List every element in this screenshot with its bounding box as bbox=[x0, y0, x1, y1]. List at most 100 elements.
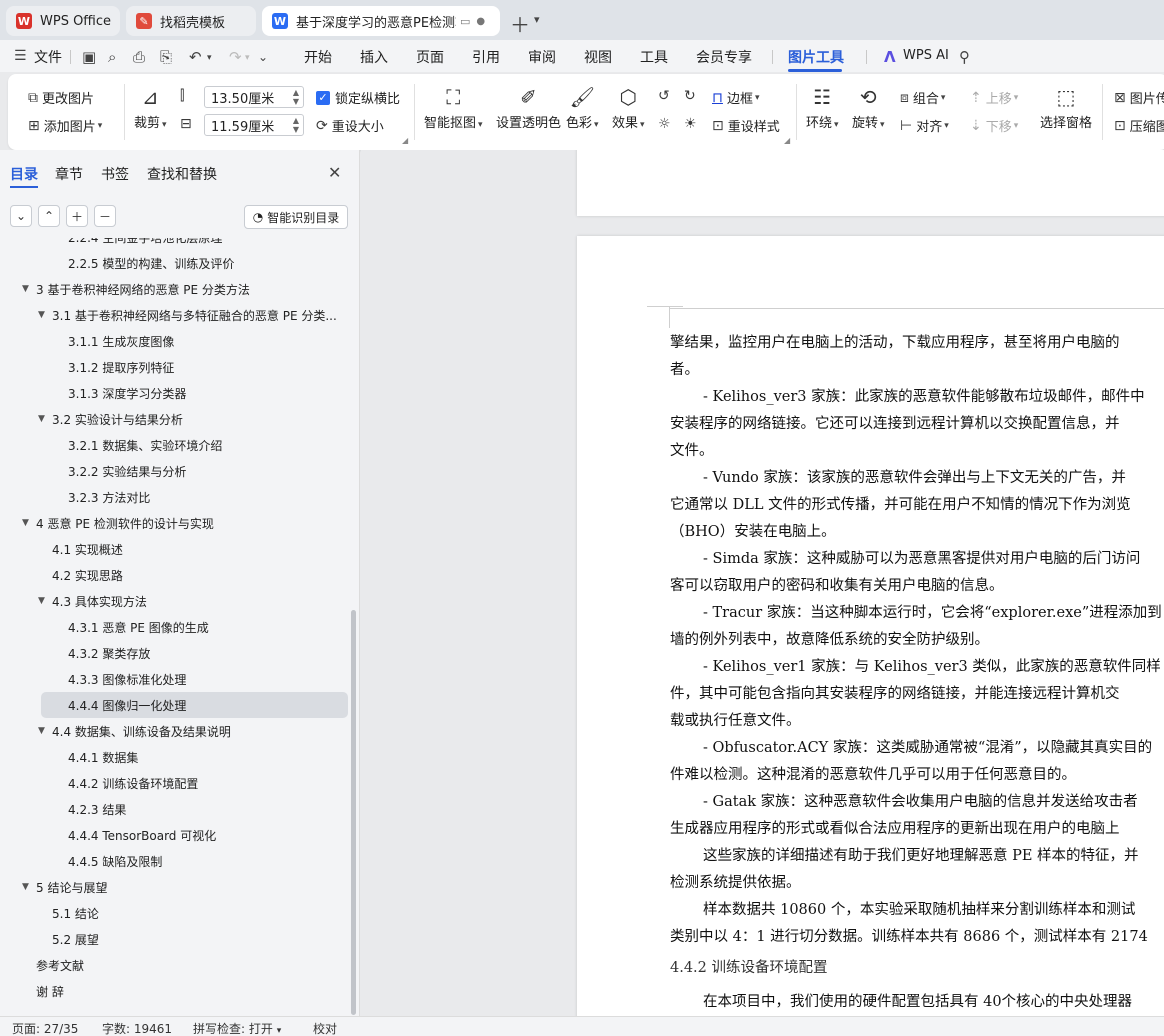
stepper-icon[interactable]: ▲ ▼ bbox=[293, 88, 299, 106]
toc-item[interactable]: 4.4.5 缺陷及限制 bbox=[0, 848, 350, 874]
toc-item[interactable]: 4.1 实现概述 bbox=[0, 536, 350, 562]
menu-wps-ai[interactable]: WPS AI bbox=[903, 48, 949, 63]
toc-item[interactable]: 3.1.3 深度学习分类器 bbox=[0, 380, 350, 406]
paragraph-line[interactable]: - Vundo 家族：该家族的恶意软件会弹出与上下文无关的广告，并 bbox=[703, 465, 1126, 491]
paragraph-line[interactable]: - Kelihos_ver1 家族：与 Kelihos_ver3 类似，此家族的… bbox=[703, 654, 1161, 680]
toc-item[interactable]: 4.4.2 训练设备环境配置 bbox=[0, 770, 350, 796]
smart-toc-button[interactable]: ◔ 智能识别目录 bbox=[244, 205, 348, 229]
tab-find-replace[interactable]: 查找和替换 bbox=[147, 164, 217, 184]
change-image-button[interactable]: ⧉ 更改图片 bbox=[28, 88, 94, 108]
paragraph-line[interactable]: - Simda 家族：这种威胁可以为恶意黑客提供对用户电脑的后门访问 bbox=[703, 546, 1140, 572]
paragraph-line[interactable]: 墙的例外列表中，故意降低系统的安全防护级别。 bbox=[670, 627, 989, 653]
more-icon[interactable]: ⌄ bbox=[258, 50, 268, 64]
tab-docer-templates[interactable]: ✎ 找稻壳模板 bbox=[126, 6, 256, 36]
toc-item[interactable]: 2.2.5 模型的构建、训练及评价 bbox=[0, 250, 350, 276]
width-input[interactable]: 13.50厘米 ▲ ▼ bbox=[204, 86, 304, 108]
move-down-button[interactable]: ⇣ 下移 ▾ bbox=[970, 116, 1018, 136]
border-button[interactable]: ⊓ 边框 ▾ bbox=[712, 88, 759, 108]
menu-file[interactable]: 文件 bbox=[34, 47, 62, 67]
unsaved-dot-icon[interactable]: ● bbox=[476, 16, 485, 27]
menu-view[interactable]: 视图 bbox=[584, 47, 612, 67]
paragraph-line[interactable]: - Tracur 家族：当这种脚本运行时，它会将“explorer.exe”进程… bbox=[703, 600, 1162, 626]
paragraph-line[interactable]: 生成器应用程序的形式或看似合法应用程序的更新出现在用户的电脑上 bbox=[670, 816, 1120, 842]
paragraph-line[interactable]: 它通常以 DLL 文件的形式传播，并可能在用户不知情的情况下作为浏览 bbox=[670, 492, 1131, 518]
toc-item[interactable]: 4.3.2 聚类存放 bbox=[0, 640, 350, 666]
paragraph-line[interactable]: 擎结果，监控用户在电脑上的活动，下载应用程序，甚至将用户电脑的 bbox=[670, 330, 1120, 356]
effects-button[interactable]: ⬡ 效果 ▾ bbox=[612, 84, 645, 131]
paragraph-line[interactable]: 载或执行任意文件。 bbox=[670, 708, 801, 734]
toc-scrollbar[interactable] bbox=[351, 610, 356, 1015]
section-heading[interactable]: 4.4.2 训练设备环境配置 bbox=[670, 955, 828, 981]
contrast-icon[interactable]: ☀ bbox=[684, 116, 701, 132]
toc-item[interactable]: 4.4.1 数据集 bbox=[0, 744, 350, 770]
expand-toggle-icon[interactable]: ▼ bbox=[38, 310, 45, 320]
paragraph-line[interactable]: - Kelihos_ver3 家族：此家族的恶意软件能够散布垃圾邮件，邮件中 bbox=[703, 384, 1145, 410]
toc-item[interactable]: 5.2 展望 bbox=[0, 926, 350, 952]
spell-check-status[interactable]: 拼写检查: 打开 ▾ bbox=[193, 1020, 281, 1036]
reset-size-button[interactable]: ⟳ 重设大小 bbox=[316, 116, 384, 136]
paragraph-line[interactable]: 者。 bbox=[670, 357, 699, 383]
add-icon[interactable]: ＋ bbox=[66, 205, 88, 227]
tab-sections[interactable]: 章节 bbox=[55, 164, 83, 184]
group-button[interactable]: ⧈ 组合 ▾ bbox=[900, 88, 945, 108]
toc-item[interactable]: 2.2.4 空间金字塔池化层原理 bbox=[0, 238, 350, 250]
menu-review[interactable]: 审阅 bbox=[528, 47, 556, 67]
new-tab-icon[interactable]: ＋ bbox=[510, 9, 530, 38]
tab-toc[interactable]: 目录 bbox=[10, 164, 38, 184]
height-input[interactable]: 11.59厘米 ▲ ▼ bbox=[204, 114, 304, 136]
paragraph-line[interactable]: 检测系统提供依据。 bbox=[670, 870, 801, 896]
toc-item[interactable]: 4.3.3 图像标准化处理 bbox=[0, 666, 350, 692]
paragraph-line[interactable]: 类别中以 4：1 进行切分数据。训练样本共有 8686 个，测试样本有 2174 bbox=[670, 924, 1148, 950]
close-icon[interactable]: ✕ bbox=[328, 163, 341, 182]
paragraph-line[interactable]: 在本项目中，我们使用的硬件配置包括具有 40个核心的中央处理器 bbox=[703, 989, 1132, 1015]
brightness-icon[interactable]: ☼ bbox=[658, 116, 675, 132]
tab-wps-office[interactable]: W WPS Office bbox=[6, 6, 120, 36]
expand-toggle-icon[interactable]: ▼ bbox=[22, 518, 29, 528]
toc-item[interactable]: ▼ 4.3 具体实现方法 bbox=[0, 588, 350, 614]
print-preview-icon[interactable]: ⎘ bbox=[160, 48, 172, 66]
toc-item[interactable]: 3.1.1 生成灰度图像 bbox=[0, 328, 350, 354]
toc-item[interactable]: 3.2.1 数据集、实验环境介绍 bbox=[0, 432, 350, 458]
paragraph-line[interactable]: - Obfuscator.ACY 家族：这类威胁通常被“混淆”，以隐藏其真实目的 bbox=[703, 735, 1152, 761]
expand-toggle-icon[interactable]: ▼ bbox=[38, 414, 45, 424]
menu-home[interactable]: 开始 bbox=[304, 47, 332, 67]
paragraph-line[interactable]: （BHO）安装在电脑上。 bbox=[670, 519, 836, 545]
toc-item[interactable]: ▼ 3.1 基于卷积神经网络与多特征融合的恶意 PE 分类... bbox=[0, 302, 350, 328]
move-up-button[interactable]: ⇡ 上移 ▾ bbox=[970, 88, 1018, 108]
paragraph-line[interactable]: 件难以检测。这种混淆的恶意软件几乎可以用于任何恶意目的。 bbox=[670, 762, 1076, 788]
rotate-left-icon[interactable]: ↺ bbox=[658, 88, 674, 104]
window-icon[interactable]: ▭ bbox=[460, 15, 470, 28]
set-transparent-button[interactable]: ✐ 设置透明色 bbox=[496, 84, 561, 131]
lock-ratio-checkbox[interactable]: ✓ 锁定纵横比 bbox=[316, 88, 400, 107]
image-translate-button[interactable]: ⊠ 图片传 bbox=[1114, 88, 1164, 108]
toc-item[interactable]: 5.1 结论 bbox=[0, 900, 350, 926]
chevron-up-icon[interactable]: ⌃ bbox=[38, 205, 60, 227]
expand-toggle-icon[interactable]: ▼ bbox=[38, 596, 45, 606]
align-button[interactable]: ⊢ 对齐 ▾ bbox=[900, 116, 949, 136]
tab-bookmarks[interactable]: 书签 bbox=[101, 164, 129, 184]
chevron-down-icon[interactable]: ▾ bbox=[245, 53, 250, 63]
paragraph-line[interactable]: 这些家族的详细描述有助于我们更好地理解恶意 PE 样本的特征，并 bbox=[703, 843, 1139, 869]
color-button[interactable]: 🖌 色彩 ▾ bbox=[566, 84, 599, 131]
dialog-launcher-icon[interactable]: ◢ bbox=[402, 136, 408, 145]
toc-item[interactable]: ▼ 5 结论与展望 bbox=[0, 874, 350, 900]
expand-toggle-icon[interactable]: ▼ bbox=[38, 726, 45, 736]
page-indicator[interactable]: 页面: 27/35 bbox=[12, 1020, 78, 1036]
paragraph-line[interactable]: 件，其中可能包含指向其安装程序的网络链接，并能连接远程计算机交 bbox=[670, 681, 1120, 707]
print-icon[interactable]: ⎙ bbox=[133, 48, 145, 66]
chevron-down-icon[interactable]: ⌄ bbox=[10, 205, 32, 227]
toc-item[interactable]: 4.2.3 结果 bbox=[0, 796, 350, 822]
toc-item[interactable]: 4.4.4 TensorBoard 可视化 bbox=[0, 822, 350, 848]
toc-item[interactable]: 4.4.4 图像归一化处理 bbox=[41, 692, 348, 718]
proofread-button[interactable]: 校对 bbox=[313, 1020, 337, 1036]
toc-item[interactable]: ▼ 4 恶意 PE 检测软件的设计与实现 bbox=[0, 510, 350, 536]
menu-insert[interactable]: 插入 bbox=[360, 47, 388, 67]
add-image-button[interactable]: ⊞ 添加图片 ▾ bbox=[28, 116, 102, 136]
redo-icon[interactable]: ↷ bbox=[229, 48, 242, 66]
compress-image-button[interactable]: ⊡ 压缩图 bbox=[1114, 116, 1164, 136]
expand-toggle-icon[interactable]: ▼ bbox=[22, 882, 29, 892]
paragraph-line[interactable]: 安装程序的网络链接。它还可以连接到远程计算机以交换配置信息，并 bbox=[670, 411, 1120, 437]
toc-item[interactable]: 3.1.2 提取序列特征 bbox=[0, 354, 350, 380]
expand-toggle-icon[interactable]: ▼ bbox=[22, 284, 29, 294]
search-icon[interactable]: ⚲ bbox=[959, 48, 970, 66]
